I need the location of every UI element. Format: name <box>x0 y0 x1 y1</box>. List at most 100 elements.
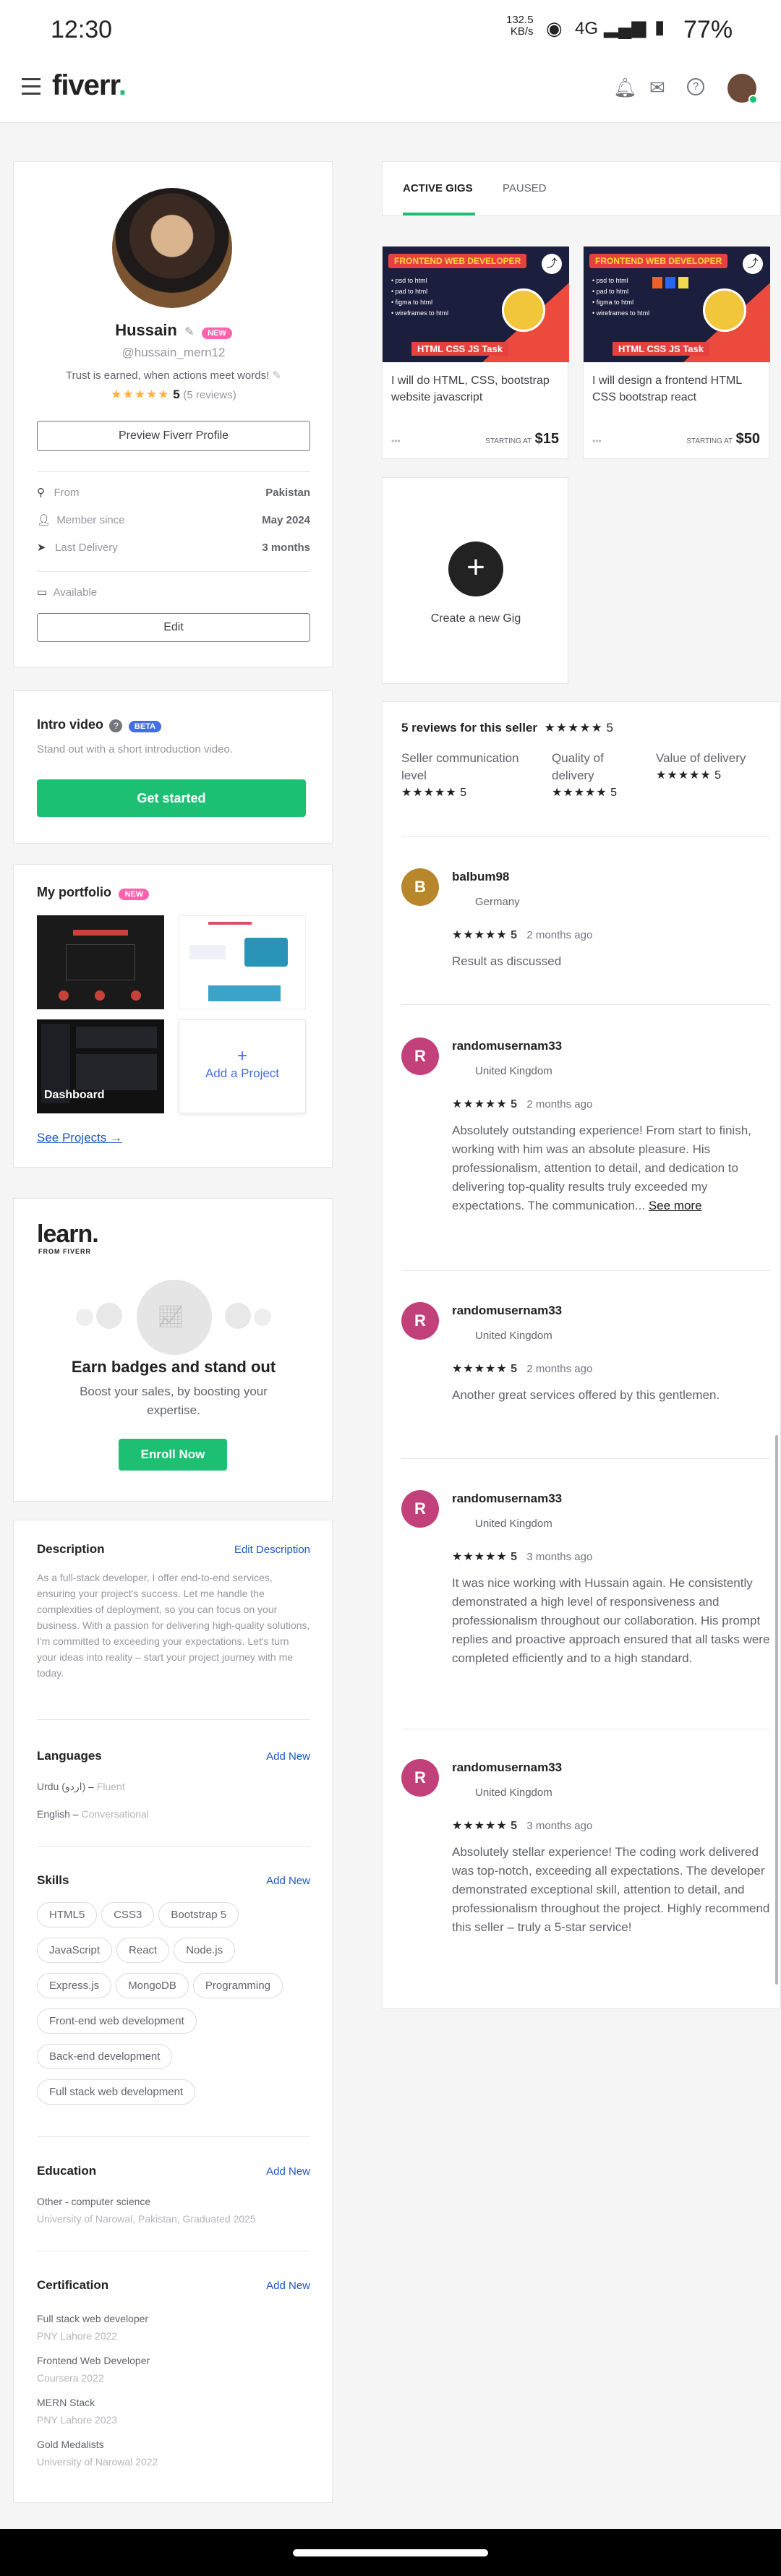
gig-title[interactable]: I will do HTML, CSS, bootstrap website j… <box>391 372 562 406</box>
edit-pencil-icon[interactable]: ✎ <box>184 326 194 338</box>
skill-pill[interactable]: Programming <box>192 1973 283 1998</box>
share-icon[interactable]: ⤴ <box>743 254 763 274</box>
add-education-link[interactable]: Add New <box>266 2165 310 2178</box>
profile-card: Hussain ✎ NEW @hussain_mern12 Trust is e… <box>13 161 333 667</box>
rating-category: Seller communication level ★★★★★ 5 <box>401 751 519 799</box>
reviews-card: 5 reviews for this seller ★★★★★ 5 Seller… <box>382 701 781 2008</box>
enroll-now-button[interactable]: Enroll Now <box>119 1439 227 1471</box>
avatar[interactable] <box>727 74 758 104</box>
preview-profile-button[interactable]: Preview Fiverr Profile <box>37 421 310 451</box>
skill-pill[interactable]: CSS3 <box>101 1902 155 1927</box>
portfolio-card: My portfolio NEW Dashboard + Add a Proje… <box>13 864 333 1168</box>
reviewer-avatar: B <box>401 868 439 906</box>
gigs-tabs: ACTIVE GIGS PAUSED <box>382 161 781 216</box>
mail-icon[interactable]: ✉ <box>649 77 665 99</box>
rating-row: ★★★★★ 5 (5 reviews) <box>111 388 236 401</box>
see-projects-link[interactable]: See Projects → <box>37 1131 122 1145</box>
rating-category: Quality of delivery ★★★★★ 5 <box>552 751 618 799</box>
stars-icon: ★★★★★ <box>111 388 170 401</box>
portfolio-project-2[interactable] <box>179 915 306 1009</box>
reviewer-name[interactable]: randomusernam33 <box>452 1039 562 1053</box>
skill-pill[interactable]: MongoDB <box>116 1973 189 1998</box>
reviewer-name[interactable]: balbum98 <box>452 870 509 884</box>
scrollbar[interactable] <box>775 1435 778 1985</box>
portfolio-project-3[interactable]: Dashboard <box>37 1019 164 1113</box>
arrow-right-icon: → <box>110 1131 123 1144</box>
skill-pill[interactable]: Full stack web development <box>37 2079 196 2105</box>
reviewer-country: United Kingdom <box>475 1518 552 1530</box>
add-certification-link[interactable]: Add New <box>266 2280 310 2292</box>
tab-active-gigs[interactable]: ACTIVE GIGS <box>403 182 473 194</box>
see-more-link[interactable]: See more <box>649 1199 702 1212</box>
review-text: Absolutely stellar experience! The codin… <box>452 1845 770 1934</box>
cert-org: PNY Lahore 2023 <box>37 2414 118 2426</box>
signal-icon: ▂▄▆ <box>604 16 646 38</box>
calendar-icon: ▭ <box>37 586 48 599</box>
language-item: English – Conversational <box>37 1808 149 1820</box>
tagline-edit-icon[interactable]: ✎ <box>272 369 281 382</box>
cert-org: Coursera 2022 <box>37 2372 104 2384</box>
profile-photo[interactable] <box>112 188 232 308</box>
add-skill-link[interactable]: Add New <box>266 1875 310 1887</box>
from-row: ⚲ From Pakistan <box>37 486 310 500</box>
skill-pill[interactable]: React <box>116 1938 170 1963</box>
reviewer-avatar: R <box>401 1037 439 1075</box>
share-icon[interactable]: ⤴ <box>542 254 562 274</box>
get-started-button[interactable]: Get started <box>37 779 306 817</box>
learn-title: Earn badges and stand out <box>71 1358 276 1376</box>
edit-description-link[interactable]: Edit Description <box>234 1544 310 1556</box>
skill-pill[interactable]: Express.js <box>37 1973 112 1998</box>
top-nav: fiverr. 🔔︎ ✉ ? <box>0 58 781 123</box>
reviewer-name[interactable]: randomusernam33 <box>452 1760 562 1775</box>
tab-paused[interactable]: PAUSED <box>503 182 547 194</box>
plus-icon[interactable]: + <box>448 542 503 596</box>
username: @hussain_mern12 <box>121 346 226 359</box>
cert-org: University of Narowal 2022 <box>37 2456 158 2468</box>
learn-card: learn. FROM FIVERR 📈︎ Earn badges and st… <box>13 1198 333 1502</box>
fiverr-logo[interactable]: fiverr. <box>52 69 127 102</box>
skill-pill[interactable]: Node.js <box>174 1938 236 1963</box>
reviewer-name[interactable]: randomusernam33 <box>452 1492 562 1506</box>
menu-icon[interactable] <box>22 78 40 95</box>
tagline: Trust is earned, when actions meet words… <box>66 369 281 382</box>
new-badge: NEW <box>119 889 150 900</box>
review-rating: ★★★★★ 5 2 months ago <box>452 929 593 941</box>
net-speed: 132.5 KB/s <box>506 14 534 38</box>
description-title: Description <box>37 1542 105 1556</box>
last-delivery-row: ➤ Last Delivery 3 months <box>37 541 310 555</box>
rating-category: Value of delivery ★★★★★ 5 <box>656 751 746 782</box>
plus-icon: + <box>236 1046 247 1066</box>
skill-pill[interactable]: Front-end web development <box>37 2008 197 2034</box>
portfolio-project-1[interactable] <box>37 915 164 1009</box>
stars-icon: ★★★★★ <box>544 721 603 735</box>
gig-thumbnail[interactable]: FRONTEND WEB DEVELOPER • psd to html • pa… <box>584 247 770 362</box>
gig-card[interactable]: FRONTEND WEB DEVELOPER • psd to html • pa… <box>583 246 770 459</box>
dashboard-label: Dashboard <box>44 1089 105 1101</box>
skill-pill[interactable]: Bootstrap 5 <box>158 1902 239 1927</box>
certification-title: Certification <box>37 2278 109 2292</box>
add-language-link[interactable]: Add New <box>266 1750 310 1763</box>
edit-button[interactable]: Edit <box>37 613 310 642</box>
reviewer-name[interactable]: randomusernam33 <box>452 1304 562 1318</box>
skill-pill[interactable]: Back-end development <box>37 2044 173 2069</box>
gig-thumbnail[interactable]: FRONTEND WEB DEVELOPER • psd to html • pa… <box>383 247 569 362</box>
review-rating: ★★★★★ 5 2 months ago <box>452 1098 593 1111</box>
add-project-button[interactable]: + Add a Project <box>179 1019 306 1113</box>
info-icon[interactable]: ? <box>109 719 123 732</box>
learn-subtitle: Boost your sales, by boosting your exper… <box>80 1385 268 1417</box>
create-gig-card[interactable]: + Create a new Gig <box>382 477 568 684</box>
home-gesture-handle[interactable] <box>293 2549 488 2556</box>
skill-pill[interactable]: HTML5 <box>37 1902 98 1927</box>
send-icon: ➤ <box>37 542 46 554</box>
gig-card[interactable]: FRONTEND WEB DEVELOPER • psd to html • pa… <box>382 246 569 459</box>
skill-pill[interactable]: JavaScript <box>37 1938 113 1963</box>
more-options-icon[interactable]: ••• <box>592 436 602 446</box>
user-icon: 👤︎ <box>37 514 51 526</box>
more-options-icon[interactable]: ••• <box>391 436 401 446</box>
gig-title[interactable]: I will design a frontend HTML CSS bootst… <box>592 372 763 406</box>
location-pin-icon: ⚲ <box>37 487 45 499</box>
reviewer-country: United Kingdom <box>475 1065 552 1077</box>
review-rating: ★★★★★ 5 3 months ago <box>452 1551 593 1563</box>
bell-icon[interactable]: 🔔︎ <box>613 77 637 99</box>
help-icon[interactable]: ? <box>687 78 704 95</box>
